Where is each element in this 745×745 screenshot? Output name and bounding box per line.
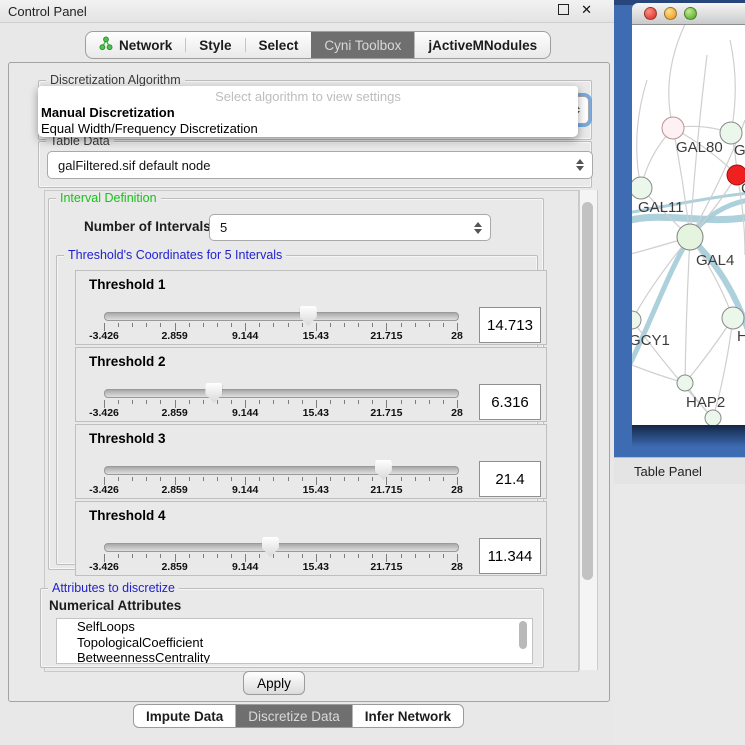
tab-infer-network[interactable]: Infer Network: [352, 705, 463, 727]
tab-discretize-data[interactable]: Discretize Data: [235, 705, 352, 727]
settings-vertical-scrollbar[interactable]: [579, 190, 598, 670]
network-node-label: GCY1: [632, 332, 670, 349]
threshold-panel: Threshold 2 -3.4262.8599.14415.4321.71528…: [75, 347, 547, 422]
attributes-group-title: Attributes to discretize: [48, 581, 179, 595]
threshold-value-field[interactable]: 14.713: [479, 307, 541, 343]
numerical-attributes-label: Numerical Attributes: [49, 598, 181, 613]
tab-jactivemnodules[interactable]: jActiveMNodules: [414, 32, 550, 58]
discretization-algorithm-group-title: Discretization Algorithm: [46, 73, 185, 87]
slider-tick-labels: -3.4262.8599.14415.4321.71528: [104, 484, 457, 496]
network-node-label: GAL4: [696, 252, 734, 269]
network-node-label: HAP2: [686, 394, 725, 411]
network-edge[interactable]: [685, 237, 690, 383]
threshold-value-field[interactable]: 21.4: [479, 461, 541, 497]
interval-definition-group-title: Interval Definition: [56, 191, 161, 205]
network-icon: [99, 36, 113, 54]
threshold-value-field[interactable]: 11.344: [479, 538, 541, 574]
table-data-combobox[interactable]: galFiltered.sif default node: [47, 151, 593, 179]
number-of-intervals-value: 5: [220, 220, 227, 235]
zoom-window-icon[interactable]: [684, 7, 697, 20]
attribute-list-item[interactable]: TopologicalCoefficient: [67, 635, 532, 651]
network-node-label: GAL80: [676, 139, 723, 156]
interval-definition-group: Interval Definition Number of Intervals …: [48, 198, 544, 570]
slider-track[interactable]: [104, 466, 459, 475]
threshold-value-field[interactable]: 6.316: [479, 384, 541, 420]
network-node[interactable]: [677, 375, 693, 391]
table-panel-body: ⚙ ☑☑ shared… na YDL19…YDL1YDR27…YDR2YBR0…: [614, 484, 745, 745]
tab-style[interactable]: Style: [186, 32, 244, 58]
attribute-list-item[interactable]: SelfLoops: [67, 619, 532, 635]
control-panel-title: Control Panel: [0, 4, 87, 19]
thresholds-group-title: Threshold's Coordinates for 5 Intervals: [64, 248, 286, 262]
tab-network[interactable]: Network: [86, 32, 185, 58]
threshold-label: Threshold 4: [89, 508, 166, 523]
algorithm-dropdown-popup: Select algorithm to view settings Manual…: [38, 86, 578, 137]
slider-tick-labels: -3.4262.8599.14415.4321.71528: [104, 407, 457, 419]
network-node[interactable]: [677, 224, 703, 250]
tab-network-label: Network: [119, 38, 172, 53]
tab-select[interactable]: Select: [246, 32, 312, 58]
attribute-list-item[interactable]: BetweennessCentrality: [67, 650, 532, 664]
table-data-group: Table Data galFiltered.sif default node: [38, 141, 592, 188]
numerical-attributes-list[interactable]: SelfLoopsTopologicalCoefficientBetweenne…: [56, 618, 533, 664]
table-panel-title: Table Panel: [614, 464, 702, 479]
minimize-window-icon[interactable]: [664, 7, 677, 20]
slider-track[interactable]: [104, 312, 459, 321]
attributes-group: Attributes to discretize Numerical Attri…: [40, 588, 544, 668]
apply-button[interactable]: Apply: [243, 671, 305, 695]
threshold-panel: Threshold 1 -3.4262.8599.14415.4321.71528…: [75, 270, 547, 345]
threshold-label: Threshold 3: [89, 431, 166, 446]
threshold-panel: Threshold 3 -3.4262.8599.14415.4321.71528…: [75, 424, 547, 499]
threshold-panel: Threshold 4 -3.4262.8599.14415.4321.71528…: [75, 501, 547, 576]
network-window-titlebar: [632, 3, 745, 25]
table-panel-titlebar: Table Panel: [614, 457, 745, 485]
algorithm-option-equal-width[interactable]: Equal Width/Frequency Discretization: [38, 120, 578, 136]
algorithm-option-manual[interactable]: Manual Discretization: [38, 104, 578, 120]
network-node[interactable]: [662, 117, 684, 139]
network-edge[interactable]: [685, 318, 733, 383]
network-node[interactable]: [705, 410, 721, 425]
network-node-label: GA: [734, 142, 745, 159]
algorithm-hint: Select algorithm to view settings: [38, 86, 578, 104]
slider-tick-labels: -3.4262.8599.14415.4321.71528: [104, 561, 457, 573]
float-panel-icon[interactable]: [558, 4, 569, 15]
network-node[interactable]: [720, 122, 742, 144]
slider-track[interactable]: [104, 543, 459, 552]
screen: Control Panel ✕ Network Style Select Cyn…: [0, 0, 745, 745]
scrollbar-thumb[interactable]: [582, 202, 593, 580]
tab-cyni-toolbox[interactable]: Cyni Toolbox: [311, 32, 414, 58]
network-node[interactable]: [632, 177, 652, 199]
network-edge[interactable]: [669, 25, 687, 128]
network-node[interactable]: [722, 307, 744, 329]
number-of-intervals-combobox[interactable]: 5: [209, 214, 491, 241]
network-view-canvas[interactable]: GAL80 GA C GAL11 GAL4 GCY1 H HAP2: [632, 25, 745, 425]
combo-arrows-icon: [474, 222, 482, 234]
table-data-value: galFiltered.sif default node: [58, 158, 210, 173]
thresholds-group: Threshold's Coordinates for 5 Intervals …: [56, 255, 538, 565]
network-node-label: GAL11: [638, 199, 684, 216]
network-edge[interactable]: [730, 40, 735, 133]
network-node-label: H: [737, 328, 745, 345]
bottom-tabbar: Impute Data Discretize Data Infer Networ…: [133, 704, 464, 728]
close-window-icon[interactable]: [644, 7, 657, 20]
threshold-label: Threshold 2: [89, 354, 166, 369]
network-node[interactable]: [632, 311, 641, 329]
slider-tick-labels: -3.4262.8599.14415.4321.71528: [104, 330, 457, 342]
tab-impute-data[interactable]: Impute Data: [134, 705, 235, 727]
number-of-intervals-label: Number of Intervals: [84, 219, 211, 234]
network-window-bottom-shade: [632, 425, 745, 457]
network-node-label: C: [741, 180, 745, 197]
control-panel-tabbar: Network Style Select Cyni Toolbox jActiv…: [85, 31, 551, 59]
threshold-label: Threshold 1: [89, 277, 166, 292]
close-panel-icon[interactable]: ✕: [581, 3, 592, 16]
combo-arrows-icon: [576, 159, 584, 171]
slider-track[interactable]: [104, 389, 459, 398]
network-edge[interactable]: [690, 237, 733, 318]
attributes-list-scrollbar[interactable]: [519, 621, 527, 649]
control-panel-titlebar: Control Panel ✕: [0, 0, 614, 23]
